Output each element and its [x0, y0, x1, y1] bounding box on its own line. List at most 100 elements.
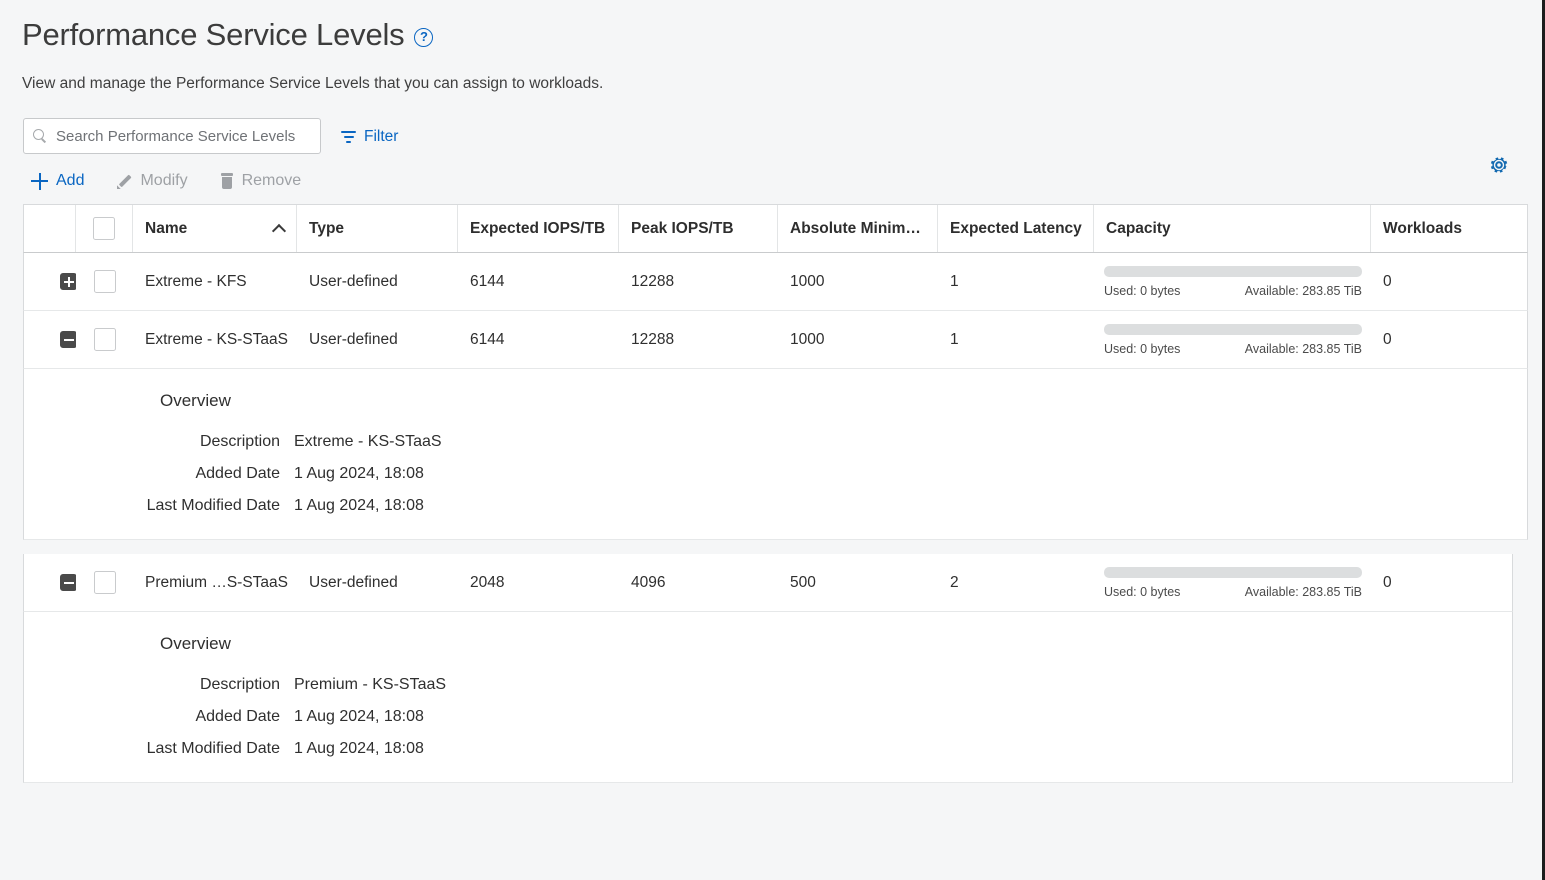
select-all-checkbox[interactable]: [93, 217, 115, 240]
row-select-cell: [76, 554, 133, 611]
capacity-labels: Used: 0 bytes Available: 283.85 TiB: [1104, 585, 1362, 599]
cell-type: User-defined: [297, 554, 458, 611]
modify-label: Modify: [140, 172, 187, 190]
cell-name: Premium …S-STaaS: [133, 554, 297, 611]
column-header-workloads[interactable]: Workloads: [1371, 205, 1527, 252]
column-header-absolute-minimum[interactable]: Absolute Minim…: [778, 205, 938, 252]
cell-workloads: 0: [1371, 311, 1527, 368]
detail-section-title: Overview: [160, 391, 1527, 411]
cell-name: Extreme - KS-STaaS: [133, 311, 297, 368]
pencil-icon: [116, 173, 132, 189]
column-header-select-all[interactable]: [76, 205, 133, 252]
cell-absolute-minimum: 1000: [778, 253, 938, 310]
column-header-expected-iops[interactable]: Expected IOPS/TB: [458, 205, 619, 252]
cell-expected-latency: 1: [938, 311, 1094, 368]
row-checkbox[interactable]: [94, 571, 116, 594]
capacity-used-label: Used: 0 bytes: [1104, 585, 1180, 599]
capacity-bar: [1104, 324, 1362, 335]
capacity-available-label: Available: 283.85 TiB: [1245, 284, 1362, 298]
cell-type: User-defined: [297, 253, 458, 310]
detail-value: 1 Aug 2024, 18:08: [294, 465, 1527, 483]
cell-name: Extreme - KFS: [133, 253, 297, 310]
detail-label: Description: [24, 676, 280, 694]
column-header-expected-latency-label: Expected Latency: [950, 220, 1082, 238]
capacity-used-label: Used: 0 bytes: [1104, 284, 1180, 298]
detail-field-grid: Description Premium - KS-STaaS Added Dat…: [24, 676, 1512, 758]
cell-capacity: Used: 0 bytes Available: 283.85 TiB: [1094, 311, 1371, 368]
cell-expected-iops: 6144: [458, 253, 619, 310]
cell-capacity: Used: 0 bytes Available: 283.85 TiB: [1094, 253, 1371, 310]
performance-service-levels-page: Performance Service Levels ? View and ma…: [0, 0, 1545, 880]
table-row[interactable]: Premium …S-STaaS User-defined 2048 4096 …: [23, 554, 1513, 612]
capacity-available-label: Available: 283.85 TiB: [1245, 585, 1362, 599]
row-select-cell: [76, 253, 133, 310]
column-header-capacity-label: Capacity: [1106, 220, 1171, 238]
psl-table: Name Type Expected IOPS/TB Peak IOPS/TB …: [23, 204, 1528, 540]
search-icon: [33, 129, 47, 143]
cell-peak-iops: 12288: [619, 311, 778, 368]
detail-value: 1 Aug 2024, 18:08: [294, 497, 1527, 515]
column-header-type-label: Type: [309, 220, 344, 238]
column-header-name[interactable]: Name: [133, 205, 297, 252]
capacity-bar: [1104, 266, 1362, 277]
row-detail-panel: Overview Description Premium - KS-STaaS …: [23, 612, 1513, 783]
plus-icon: [31, 173, 48, 190]
page-header: Performance Service Levels ?: [0, 0, 1542, 56]
row-select-cell: [76, 311, 133, 368]
trash-icon: [220, 173, 234, 189]
column-header-expected-latency[interactable]: Expected Latency: [938, 205, 1094, 252]
column-header-expand: [24, 205, 76, 252]
cell-expected-latency: 2: [938, 554, 1094, 611]
cell-peak-iops: 12288: [619, 253, 778, 310]
cell-workloads: 0: [1371, 554, 1512, 611]
detail-value: 1 Aug 2024, 18:08: [294, 708, 1512, 726]
detail-label: Added Date: [24, 465, 280, 483]
search-box[interactable]: [23, 118, 321, 154]
detail-section-title: Overview: [160, 634, 1512, 654]
row-detail-panel: Overview Description Extreme - KS-STaaS …: [23, 369, 1528, 540]
cell-expected-latency: 1: [938, 253, 1094, 310]
row-expand-cell: [24, 311, 76, 368]
cell-type: User-defined: [297, 311, 458, 368]
capacity-bar: [1104, 567, 1362, 578]
help-circle-icon[interactable]: ?: [414, 28, 433, 47]
cell-workloads: 0: [1371, 253, 1527, 310]
cell-expected-iops: 6144: [458, 311, 619, 368]
page-subtitle: View and manage the Performance Service …: [0, 56, 1542, 94]
add-button[interactable]: Add: [31, 172, 84, 190]
page-title: Performance Service Levels: [22, 14, 404, 56]
minus-square-icon[interactable]: [60, 574, 76, 591]
detail-value: Extreme - KS-STaaS: [294, 433, 1527, 451]
table-row[interactable]: Extreme - KS-STaaS User-defined 6144 122…: [23, 311, 1528, 369]
cell-expected-iops: 2048: [458, 554, 619, 611]
remove-button: Remove: [220, 172, 302, 190]
capacity-labels: Used: 0 bytes Available: 283.85 TiB: [1104, 342, 1362, 356]
column-header-capacity[interactable]: Capacity: [1094, 205, 1371, 252]
column-header-type[interactable]: Type: [297, 205, 458, 252]
remove-label: Remove: [242, 172, 302, 190]
row-expand-cell: [24, 253, 76, 310]
row-expand-cell: [24, 554, 76, 611]
column-header-absolute-minimum-label: Absolute Minim…: [790, 220, 921, 238]
filter-icon: [341, 131, 356, 143]
search-toolbar: Filter: [0, 94, 1542, 154]
add-label: Add: [56, 172, 84, 190]
detail-label: Added Date: [24, 708, 280, 726]
psl-table-continued: Premium …S-STaaS User-defined 2048 4096 …: [23, 554, 1513, 783]
search-input[interactable]: [54, 127, 311, 146]
modify-button: Modify: [116, 172, 187, 190]
column-header-peak-iops[interactable]: Peak IOPS/TB: [619, 205, 778, 252]
detail-label: Last Modified Date: [24, 740, 280, 758]
capacity-available-label: Available: 283.85 TiB: [1245, 342, 1362, 356]
cell-absolute-minimum: 500: [778, 554, 938, 611]
cell-absolute-minimum: 1000: [778, 311, 938, 368]
table-row[interactable]: Extreme - KFS User-defined 6144 12288 10…: [23, 253, 1528, 311]
capacity-used-label: Used: 0 bytes: [1104, 342, 1180, 356]
filter-label: Filter: [364, 128, 398, 146]
minus-square-icon[interactable]: [60, 331, 76, 348]
filter-button[interactable]: Filter: [341, 127, 398, 146]
row-checkbox[interactable]: [94, 328, 116, 351]
row-checkbox[interactable]: [94, 270, 116, 293]
gear-icon[interactable]: [1488, 154, 1510, 176]
plus-square-icon[interactable]: [60, 273, 76, 290]
